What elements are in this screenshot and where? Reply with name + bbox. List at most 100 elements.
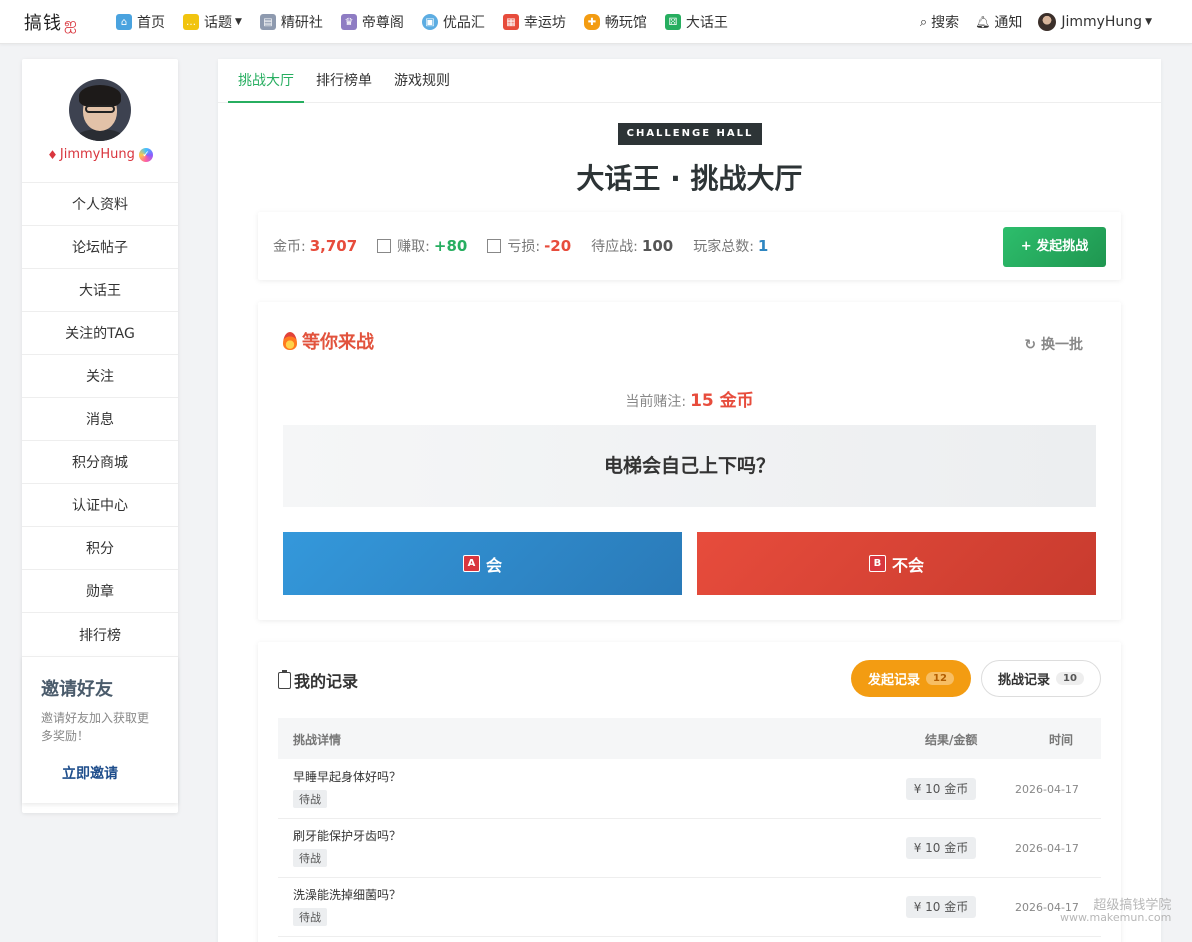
- sidebar-item-dahuawang[interactable]: 大话王: [22, 269, 178, 312]
- status-badge: 待战: [293, 908, 327, 926]
- verified-icon: ✓: [138, 147, 153, 162]
- stat-loss: 亏损: -20: [487, 236, 571, 256]
- count-badge: 12: [926, 672, 954, 685]
- refresh-icon: ↻: [1024, 337, 1041, 353]
- tab-rules[interactable]: 游戏规则: [384, 59, 460, 103]
- sidebar-item-following[interactable]: 关注: [22, 355, 178, 398]
- status-badge: 待战: [293, 849, 327, 867]
- option-a-key-icon: A: [462, 555, 480, 572]
- clipboard-icon: [278, 669, 291, 689]
- nav-item-xingyunfang[interactable]: ▦ 幸运坊: [502, 12, 566, 32]
- stat-pending: 待应战: 100: [591, 237, 674, 255]
- sidebar-menu: 个人资料 论坛帖子 大话王 关注的TAG 关注 消息 积分商城 认证中心 积分 …: [22, 183, 178, 656]
- avatar[interactable]: [69, 79, 131, 141]
- username[interactable]: ♦ JimmyHung ✓: [47, 147, 153, 162]
- chevron-down-icon: ▼: [1145, 17, 1152, 27]
- records-card: 我的记录 发起记录 12 挑战记录 10 挑战详情 结果/金额 时间 早睡早起身体好…: [258, 642, 1121, 942]
- table-row[interactable]: 洗澡能洗掉细菌吗？ 待战 ¥ 10 金币 2026-04-17: [278, 878, 1101, 937]
- row-time: 2026-04-17: [1015, 783, 1079, 796]
- main-nav: ⌂ 首页 … 话题 ▼ ▤ 精研社 ♛ 帝尊阁 ▣ 优品汇 ▦ 幸运坊 ✚ 畅玩馆 ⚄ 大话王: [116, 0, 746, 44]
- sidebar-item-tags[interactable]: 关注的TAG: [22, 312, 178, 355]
- profile-card: ♦ JimmyHung ✓: [22, 59, 178, 183]
- tab-leaderboard[interactable]: 排行榜单: [306, 59, 382, 103]
- sidebar-item-badges[interactable]: 勋章: [22, 570, 178, 613]
- stat-players: 玩家总数: 1: [693, 237, 769, 255]
- sidebar-item-messages[interactable]: 消息: [22, 398, 178, 441]
- book-icon: ▤: [259, 14, 276, 30]
- user-menu[interactable]: JimmyHung ▼: [1038, 13, 1152, 31]
- sidebar: ♦ JimmyHung ✓ 个人资料 论坛帖子 大话王 关注的TAG 关注 消息 积…: [22, 59, 178, 813]
- battle-card: 等你来战 ↻ 换一批 当前赌注: 15 金币 电梯会自己上下吗？ A会 B 不会: [258, 302, 1121, 620]
- chart-up-icon: [377, 239, 392, 253]
- sidebar-item-posts[interactable]: 论坛帖子: [22, 226, 178, 269]
- stat-earn: 赚取: +80: [377, 236, 467, 256]
- search-icon: ⌕: [919, 14, 928, 30]
- tab-challenge-records[interactable]: 挑战记录 10: [981, 660, 1101, 697]
- refresh-button[interactable]: ↻ 换一批: [1024, 334, 1083, 354]
- sidebar-item-profile[interactable]: 个人资料: [22, 183, 178, 226]
- home-icon: ⌂: [116, 14, 132, 30]
- site-logo[interactable]: 搞钱 ஐ: [24, 9, 78, 35]
- nav-item-home[interactable]: ⌂ 首页: [116, 12, 165, 32]
- stats-bar: 金币: 3,707 赚取: +80 亏损: -20 待应战: 100 玩家总数: 1 + …: [258, 212, 1121, 280]
- invite-title: 邀请好友: [41, 679, 113, 700]
- search-button[interactable]: ⌕ 搜索: [920, 12, 959, 32]
- amount-badge: ¥ 10 金币: [906, 896, 976, 918]
- sidebar-item-points[interactable]: 积分: [22, 527, 178, 570]
- watermark: 超级搞钱学院 www.makemun.com: [1060, 898, 1172, 924]
- nav-item-dizunge[interactable]: ♛ 帝尊阁: [340, 12, 404, 32]
- launch-challenge-button[interactable]: + 发起挑战: [1003, 227, 1106, 267]
- tab-bar: 挑战大厅 排行榜单 游戏规则: [218, 59, 1161, 103]
- sidebar-item-leaderboard[interactable]: 排行榜: [22, 613, 178, 656]
- bell-icon: 🔔︎: [975, 15, 991, 29]
- chevron-down-icon: ▼: [235, 17, 242, 27]
- notify-button[interactable]: 🔔︎ 通知: [975, 12, 1022, 32]
- option-b-key-icon: B: [868, 555, 886, 572]
- wager-text: 当前赌注: 15 金币: [625, 391, 754, 411]
- amount-badge: ¥ 10 金币: [906, 837, 976, 859]
- challenge-hall-badge: CHALLENGE HALL: [618, 123, 762, 145]
- top-navbar: 搞钱 ஐ ⌂ 首页 … 话题 ▼ ▤ 精研社 ♛ 帝尊阁 ▣ 优品汇 ▦ 幸运坊 ✚ 畅玩馆 ⚄ 大…: [0, 0, 1192, 44]
- nav-item-changwanguan[interactable]: ✚ 畅玩馆: [583, 12, 647, 32]
- chart-down-icon: [487, 239, 502, 253]
- question-text: 电梯会自己上下吗？: [283, 425, 1096, 507]
- gamepad-icon: ✚: [583, 14, 600, 30]
- nav-item-dahuawang[interactable]: ⚄ 大话王: [664, 12, 728, 32]
- battle-title: 等你来战: [283, 328, 374, 354]
- option-b-button[interactable]: B 不会: [697, 532, 1096, 595]
- sidebar-item-verify[interactable]: 认证中心: [22, 484, 178, 527]
- col-detail: 挑战详情: [293, 733, 342, 747]
- nav-item-jingyanshe[interactable]: ▤ 精研社: [259, 12, 323, 32]
- invite-desc: 邀请好友加入获取更多奖励！: [41, 711, 150, 743]
- amount-badge: ¥ 10 金币: [906, 778, 976, 800]
- records-title: 我的记录: [278, 668, 358, 692]
- row-question: 早睡早起身体好吗？: [293, 770, 402, 784]
- dice-icon: ⚄: [664, 14, 681, 30]
- tab-challenge-hall[interactable]: 挑战大厅: [228, 59, 304, 103]
- table-row[interactable]: 刷牙能保护牙齿吗？ 待战 ¥ 10 金币 2026-04-17: [278, 819, 1101, 878]
- option-a-button[interactable]: A会: [283, 532, 682, 595]
- tab-launch-records[interactable]: 发起记录 12: [851, 660, 971, 697]
- sidebar-item-shop[interactable]: 积分商城: [22, 441, 178, 484]
- col-time: 时间: [1049, 733, 1074, 747]
- table-row[interactable]: 早睡早起身体好吗？ 待战 ¥ 10 金币 2026-04-17: [278, 760, 1101, 819]
- row-time: 2026-04-17: [1015, 842, 1079, 855]
- invite-card: 邀请好友 邀请好友加入获取更多奖励！ 立即邀请: [22, 656, 178, 803]
- crown-icon: ♛: [340, 14, 357, 30]
- nav-item-youpinhui[interactable]: ▣ 优品汇: [421, 12, 485, 32]
- nav-right: ⌕ 搜索 🔔︎ 通知 JimmyHung ▼: [904, 0, 1152, 44]
- page-title: 大话王 · 挑战大厅: [576, 162, 803, 195]
- count-badge: 10: [1056, 672, 1084, 685]
- bag-icon: ▣: [421, 14, 438, 30]
- row-question: 洗澡能洗掉细菌吗？: [293, 888, 402, 902]
- invite-link[interactable]: 立即邀请: [62, 763, 160, 783]
- nav-item-topics[interactable]: … 话题 ▼: [183, 12, 242, 32]
- row-question: 刷牙能保护牙齿吗？: [293, 829, 402, 843]
- stat-coins: 金币: 3,707: [273, 237, 358, 255]
- gift-icon: ▦: [502, 14, 519, 30]
- diamond-icon: ♦: [47, 147, 58, 162]
- avatar: [1038, 13, 1057, 31]
- main-panel: 挑战大厅 排行榜单 游戏规则 CHALLENGE HALL 大话王 · 挑战大厅…: [218, 59, 1161, 942]
- chat-icon: …: [183, 14, 199, 30]
- fire-icon: [283, 332, 297, 350]
